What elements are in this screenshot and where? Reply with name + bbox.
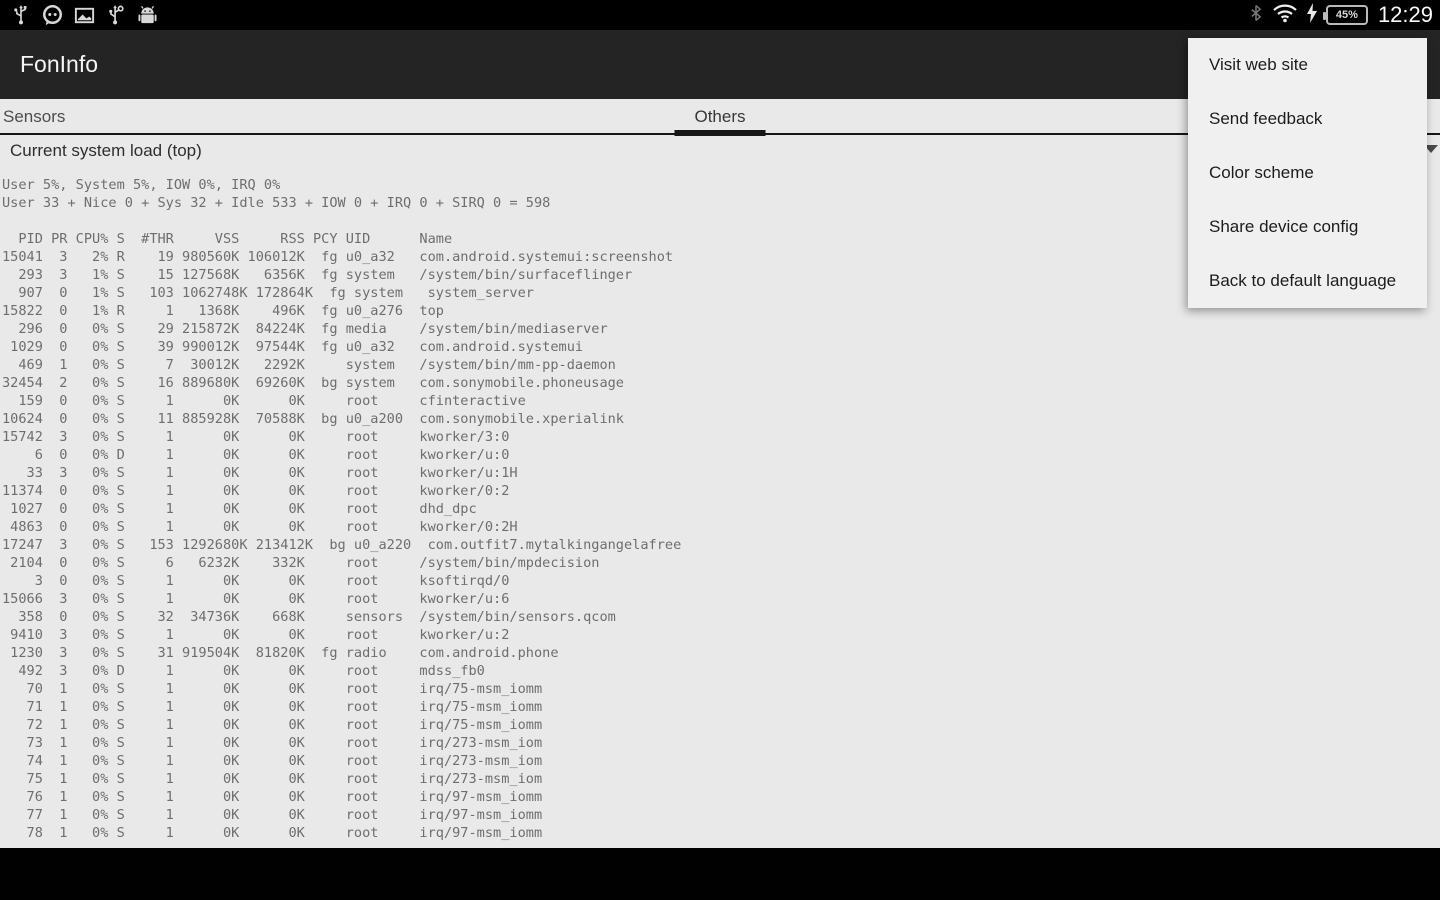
wifi-icon xyxy=(1272,2,1298,29)
usb-icon xyxy=(10,4,32,26)
section-title: Current system load (top) xyxy=(10,141,202,161)
status-bar: 45% 12:29 xyxy=(0,0,1440,30)
hangouts-icon xyxy=(41,4,64,27)
status-bar-notification-icons xyxy=(0,4,159,27)
clock: 12:29 xyxy=(1378,2,1433,28)
overflow-menu: Visit web site Send feedback Color schem… xyxy=(1188,38,1427,308)
charging-icon xyxy=(1305,2,1319,29)
tab-others[interactable]: Others xyxy=(694,107,745,127)
tab-selected-indicator xyxy=(675,130,766,136)
top-output-text[interactable]: User 5%, System 5%, IOW 0%, IRQ 0% User … xyxy=(2,176,681,842)
screenshot-icon xyxy=(73,4,96,27)
menu-item-share-device-config[interactable]: Share device config xyxy=(1188,200,1427,254)
battery-percent: 45% xyxy=(1336,9,1358,21)
navigation-bar xyxy=(0,848,1440,900)
battery-icon: 45% xyxy=(1326,5,1368,25)
menu-item-send-feedback[interactable]: Send feedback xyxy=(1188,92,1427,146)
screen: 45% 12:29 FonInfo Sensors Others Current… xyxy=(0,0,1440,900)
android-icon xyxy=(136,4,159,27)
usb-debug-icon xyxy=(105,4,127,26)
menu-item-color-scheme[interactable]: Color scheme xyxy=(1188,146,1427,200)
bluetooth-icon xyxy=(1247,2,1265,29)
app-title: FonInfo xyxy=(0,51,98,78)
tab-sensors[interactable]: Sensors xyxy=(3,107,65,127)
menu-item-back-to-default-language[interactable]: Back to default language xyxy=(1188,254,1427,308)
menu-item-visit-web-site[interactable]: Visit web site xyxy=(1188,38,1427,92)
status-bar-system-icons: 45% 12:29 xyxy=(1247,2,1440,29)
